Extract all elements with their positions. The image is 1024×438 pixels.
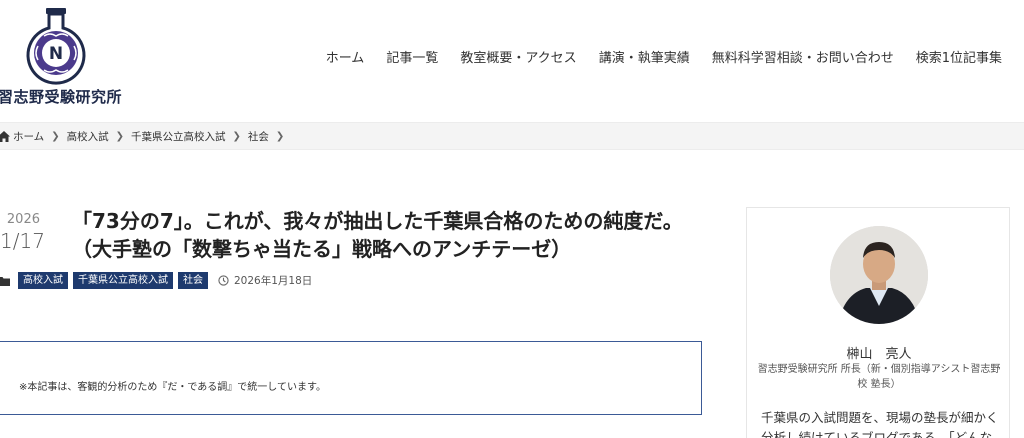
breadcrumb-social[interactable]: 社会 bbox=[248, 129, 269, 144]
person-photo-icon bbox=[830, 226, 928, 324]
clock-icon bbox=[218, 275, 229, 286]
author-role: 習志野受験研究所 所長（新・個別指導アシスト習志野校 塾長） bbox=[757, 364, 1001, 390]
breadcrumb: ホーム ❯ 高校入試 ❯ 千葉県公立高校入試 ❯ 社会 ❯ bbox=[0, 129, 291, 144]
article-date-box: 2026 1/17 bbox=[0, 212, 45, 254]
category-tag-chiba-public[interactable]: 千葉県公立高校入試 bbox=[73, 272, 173, 289]
global-nav: ホーム 記事一覧 教室概要・アクセス 講演・執筆実績 無料科学習相談・お問い合わ… bbox=[326, 47, 1002, 66]
article-title-line-1: 「73分の7」。これが、我々が抽出した千葉県合格のための純度だ。 bbox=[72, 209, 683, 233]
author-avatar[interactable] bbox=[830, 226, 928, 324]
chevron-right-icon: ❯ bbox=[275, 131, 285, 142]
nav-item-lectures[interactable]: 講演・執筆実績 bbox=[599, 47, 690, 66]
date-year: 2026 bbox=[6, 212, 40, 227]
breadcrumb-bar: ホーム ❯ 高校入試 ❯ 千葉県公立高校入試 ❯ 社会 ❯ bbox=[0, 122, 1024, 150]
breadcrumb-home[interactable]: ホーム bbox=[13, 129, 44, 144]
svg-text:N: N bbox=[49, 44, 63, 64]
site-header: N 習志野受験研究所 ホーム 記事一覧 教室概要・アクセス 講演・執筆実績 無料… bbox=[0, 0, 1024, 122]
published-date: 2026年1月18日 bbox=[234, 275, 313, 287]
home-icon bbox=[0, 131, 10, 142]
breadcrumb-high-school-exam[interactable]: 高校入試 bbox=[67, 129, 109, 144]
flask-logo-icon[interactable]: N bbox=[24, 6, 88, 86]
breadcrumb-chiba-public[interactable]: 千葉県公立高校入試 bbox=[131, 129, 226, 144]
category-tag-high-school-exam[interactable]: 高校入試 bbox=[18, 272, 68, 289]
nav-item-top-articles[interactable]: 検索1位記事集 bbox=[916, 47, 1002, 66]
notice-text: ※本記事は、客観的分析のため『だ・である調』で統一しています。 bbox=[19, 382, 326, 393]
chevron-right-icon: ❯ bbox=[51, 131, 60, 142]
nav-item-articles[interactable]: 記事一覧 bbox=[386, 47, 438, 66]
date-month-day: 1/17 bbox=[0, 229, 45, 253]
nav-item-contact[interactable]: 無料科学習相談・お問い合わせ bbox=[712, 47, 894, 66]
article-title: 「73分の7」。これが、我々が抽出した千葉県合格のための純度だ。 （大手塾の「数… bbox=[72, 207, 712, 263]
article-meta: 高校入試 千葉県公立高校入試 社会 2026年1月18日 bbox=[0, 272, 312, 289]
article-title-line-2: （大手塾の「数撃ちゃ当たる」戦略へのアンチテーゼ） bbox=[72, 237, 572, 261]
chevron-right-icon: ❯ bbox=[115, 131, 124, 142]
author-profile-card: 榊山 亮人 習志野受験研究所 所長（新・個別指導アシスト習志野校 塾長） 千葉県… bbox=[746, 207, 1010, 438]
nav-item-home[interactable]: ホーム bbox=[326, 47, 365, 66]
notice-box: ※本記事は、客観的分析のため『だ・である調』で統一しています。 bbox=[0, 341, 702, 415]
chevron-right-icon: ❯ bbox=[232, 131, 241, 142]
category-tag-social[interactable]: 社会 bbox=[178, 272, 208, 289]
folder-icon bbox=[0, 276, 10, 286]
author-name: 榊山 亮人 bbox=[846, 347, 912, 362]
nav-item-about-access[interactable]: 教室概要・アクセス bbox=[460, 47, 576, 66]
site-title[interactable]: 習志野受験研究所 bbox=[0, 86, 122, 107]
author-bio: 千葉県の入試問題を、現場の塾長が細かく分析し続けているブログである。「どんな bbox=[761, 410, 999, 438]
